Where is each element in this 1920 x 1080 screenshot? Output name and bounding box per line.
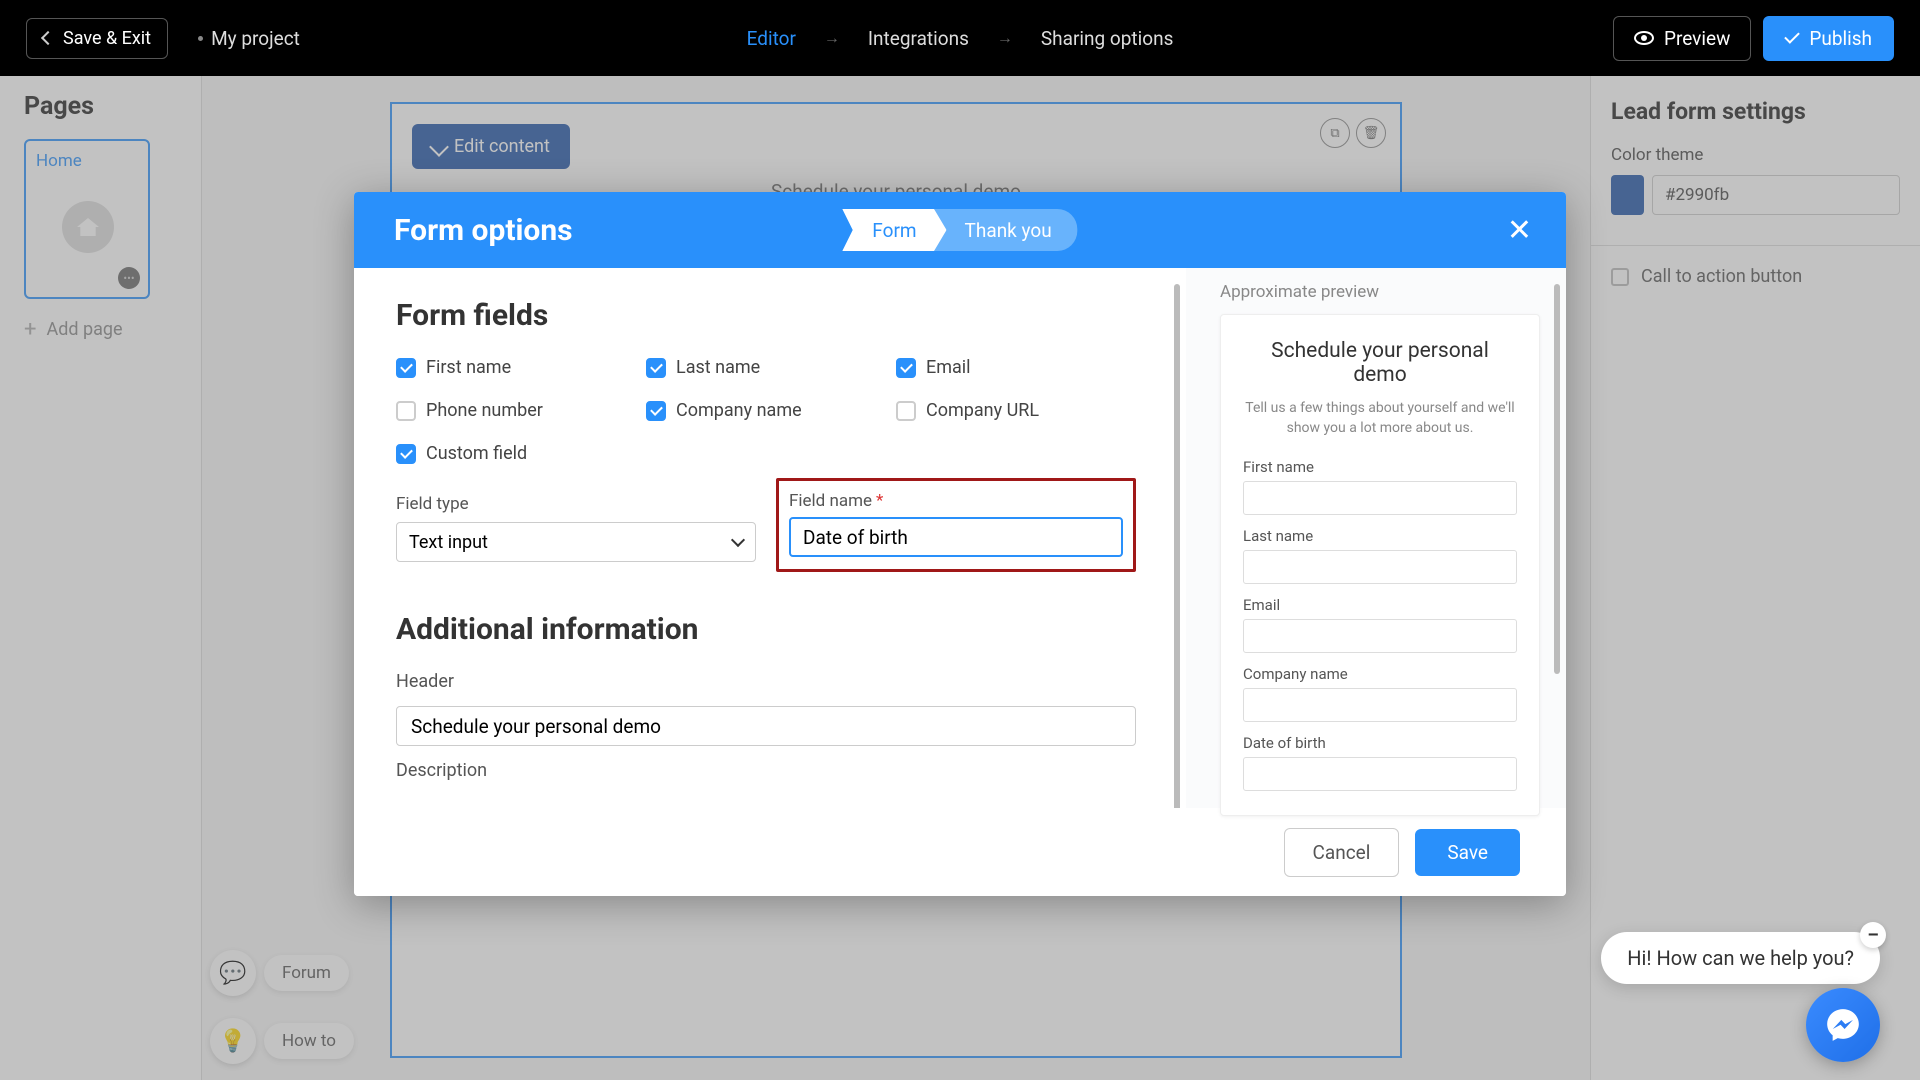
project-name-text: My project xyxy=(211,27,300,50)
field-custom[interactable]: Custom field xyxy=(396,443,636,464)
preview-card: Schedule your personal demo Tell us a fe… xyxy=(1220,314,1540,816)
save-exit-label: Save & Exit xyxy=(63,28,151,49)
save-exit-button[interactable]: Save & Exit xyxy=(26,18,168,59)
preview-field-input xyxy=(1243,619,1517,653)
preview-field-input xyxy=(1243,550,1517,584)
check-icon xyxy=(1785,28,1801,44)
modal-title: Form options xyxy=(394,213,573,248)
eye-icon xyxy=(1634,31,1654,45)
checkbox-icon[interactable] xyxy=(646,401,666,421)
preview-button[interactable]: Preview xyxy=(1613,16,1751,61)
preview-field-label: First name xyxy=(1243,458,1517,476)
checkbox-icon[interactable] xyxy=(396,358,416,378)
header-label: Header xyxy=(396,671,1136,692)
header-input[interactable] xyxy=(396,706,1136,746)
preview-description: Tell us a few things about yourself and … xyxy=(1243,399,1517,438)
checkbox-icon[interactable] xyxy=(896,401,916,421)
messenger-icon xyxy=(1824,1006,1862,1044)
field-name-highlight: Field name * xyxy=(776,478,1136,572)
nav-steps: Editor → Integrations → Sharing options xyxy=(747,27,1174,50)
preview-label: Approximate preview xyxy=(1220,282,1542,302)
checkbox-icon[interactable] xyxy=(396,444,416,464)
preview-label: Preview xyxy=(1664,27,1730,50)
form-fields-heading: Form fields xyxy=(396,298,1136,333)
field-name-input[interactable] xyxy=(789,517,1123,557)
topbar-actions: Preview Publish xyxy=(1613,16,1894,61)
chevron-down-icon xyxy=(731,533,745,547)
checkbox-icon[interactable] xyxy=(896,358,916,378)
tab-thank-you[interactable]: Thank you xyxy=(935,209,1078,251)
tab-form[interactable]: Form xyxy=(842,209,946,251)
preview-field-label: Date of birth xyxy=(1243,734,1517,752)
chat-text: Hi! How can we help you? xyxy=(1627,946,1854,970)
minus-icon[interactable]: – xyxy=(1860,922,1886,948)
chat-prompt[interactable]: Hi! How can we help you? – xyxy=(1601,932,1880,984)
field-phone[interactable]: Phone number xyxy=(396,400,636,421)
field-name-label: Field name * xyxy=(789,491,1123,511)
custom-field-row: Field type Text input Field name * xyxy=(396,494,1136,572)
nav-sharing[interactable]: Sharing options xyxy=(1041,27,1174,50)
nav-integrations[interactable]: Integrations xyxy=(868,27,969,50)
modal-footer: Cancel Save xyxy=(354,808,1566,896)
modal-body: Form fields First name Last name Email P… xyxy=(354,268,1566,808)
arrow-right-icon: → xyxy=(997,28,1013,48)
nav-editor[interactable]: Editor xyxy=(747,27,796,50)
required-star-icon: * xyxy=(876,491,883,511)
additional-info-heading: Additional information xyxy=(396,612,1136,647)
chevron-left-icon xyxy=(41,31,55,45)
checkbox-icon[interactable] xyxy=(646,358,666,378)
field-name-col: Field name * xyxy=(776,494,1136,572)
preview-field-input xyxy=(1243,688,1517,722)
form-options-modal: Form options Form Thank you ✕ Form field… xyxy=(354,192,1566,896)
preview-field-label: Last name xyxy=(1243,527,1517,545)
dot-icon xyxy=(198,36,203,41)
field-type-value: Text input xyxy=(409,532,488,553)
preview-field-input xyxy=(1243,481,1517,515)
close-icon[interactable]: ✕ xyxy=(1507,213,1532,248)
preview-field-input xyxy=(1243,757,1517,791)
field-first-name[interactable]: First name xyxy=(396,357,636,378)
field-email[interactable]: Email xyxy=(896,357,1136,378)
preview-field-label: Company name xyxy=(1243,665,1517,683)
field-company-name[interactable]: Company name xyxy=(646,400,886,421)
field-type-select[interactable]: Text input xyxy=(396,522,756,562)
modal-tabs: Form Thank you xyxy=(842,209,1077,251)
publish-button[interactable]: Publish xyxy=(1763,16,1894,61)
arrow-right-icon: → xyxy=(824,28,840,48)
field-last-name[interactable]: Last name xyxy=(646,357,886,378)
modal-header: Form options Form Thank you ✕ xyxy=(354,192,1566,268)
preview-column: Approximate preview Schedule your person… xyxy=(1186,268,1566,808)
save-button[interactable]: Save xyxy=(1415,829,1520,876)
cancel-button[interactable]: Cancel xyxy=(1284,828,1400,877)
publish-label: Publish xyxy=(1809,27,1872,50)
field-company-url[interactable]: Company URL xyxy=(896,400,1136,421)
field-type-col: Field type Text input xyxy=(396,494,756,572)
modal-left-column: Form fields First name Last name Email P… xyxy=(354,268,1186,808)
preview-title: Schedule your personal demo xyxy=(1243,339,1517,387)
checkbox-icon[interactable] xyxy=(396,401,416,421)
messenger-button[interactable] xyxy=(1806,988,1880,1062)
field-type-label: Field type xyxy=(396,494,756,514)
form-fields-grid: First name Last name Email Phone number … xyxy=(396,357,1136,464)
top-bar: Save & Exit My project Editor → Integrat… xyxy=(0,0,1920,76)
project-name[interactable]: My project xyxy=(198,27,300,50)
description-label: Description xyxy=(396,760,1136,781)
preview-field-label: Email xyxy=(1243,596,1517,614)
